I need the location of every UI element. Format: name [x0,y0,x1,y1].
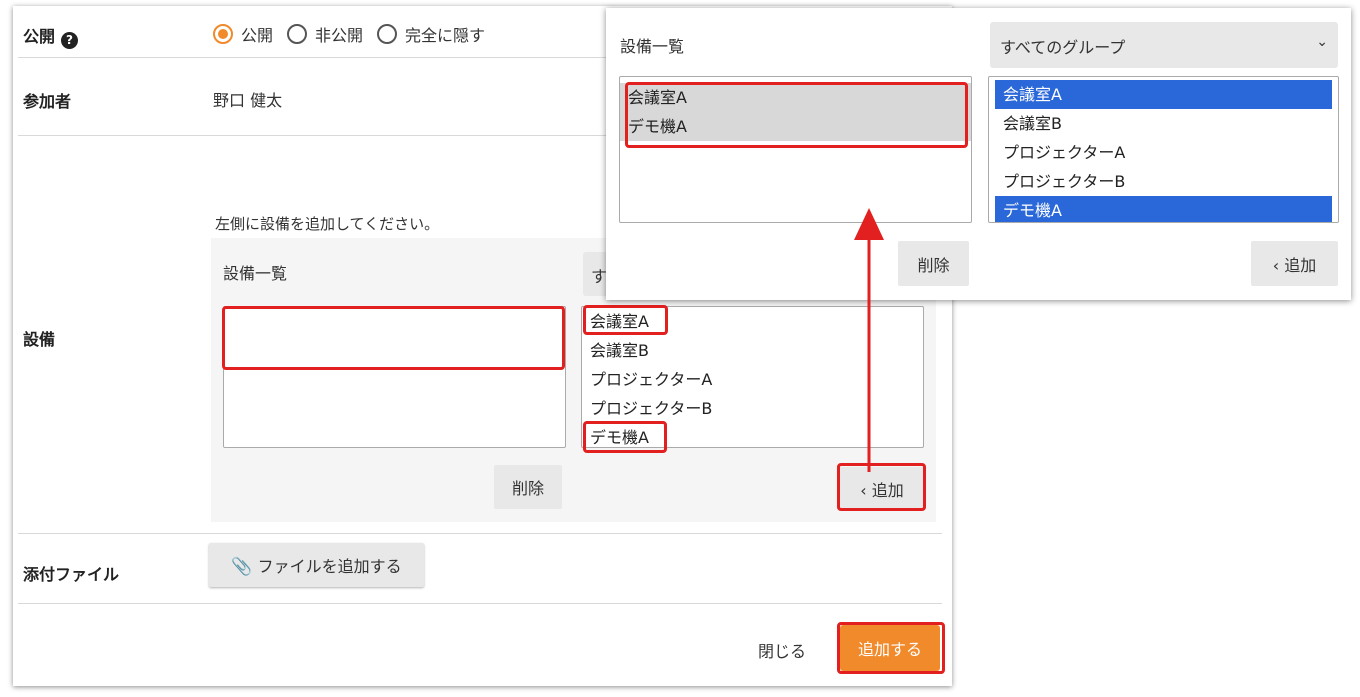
facility-list-label: 設備一覧 [223,264,288,283]
highlight-add-button [837,463,926,511]
facility-label: 設備 [23,330,56,349]
participants-value: 野口 健太 [213,91,283,110]
highlight-room-a [583,305,668,335]
available-item-projector-b[interactable]: プロジェクターB [582,394,923,423]
facility-hint: 左側に設備を追加してください。 [215,215,440,233]
attachment-row: 添付ファイル [18,534,942,604]
visibility-label: 公開? [23,23,79,49]
close-link[interactable]: 閉じる [758,638,806,662]
visibility-radio-group: 公開 非公開 完全に隠す [213,22,499,46]
available-item-projector-a[interactable]: プロジェクターA [582,365,923,394]
popup-remove-button[interactable]: 削除 [898,241,969,286]
radio-hidden[interactable] [377,24,398,44]
chevron-down-icon: ⌄ [1316,34,1328,50]
popup-chevron-left-icon: ‹ [1272,255,1280,275]
highlight-selected-list [222,306,565,370]
remove-button[interactable]: 削除 [494,465,562,509]
popup-group-select[interactable]: すべてのグループ ⌄ [990,22,1338,68]
paperclip-icon: 📎 [231,557,253,577]
highlight-submit-button [837,622,945,674]
highlight-popup-selected [625,82,968,148]
popup-available-list[interactable]: 会議室A 会議室B プロジェクターA プロジェクターB デモ機A [988,76,1339,223]
help-icon[interactable]: ? [61,32,79,49]
radio-hidden-label[interactable]: 完全に隠す [405,22,485,46]
popup-available-room-b[interactable]: 会議室B [995,109,1332,138]
popup-available-projector-a[interactable]: プロジェクターA [995,138,1332,167]
popup-add-button[interactable]: ‹ 追加 [1251,241,1338,286]
result-popup: 設備一覧 すべてのグループ ⌄ 会議室A デモ機A 会議室A 会議室B プロジェ… [606,8,1351,300]
radio-private[interactable] [287,24,308,44]
radio-public-label[interactable]: 公開 [241,22,273,46]
popup-list-label: 設備一覧 [620,37,685,56]
radio-private-label[interactable]: 非公開 [315,22,363,46]
popup-available-projector-b[interactable]: プロジェクターB [995,167,1332,196]
popup-available-room-a[interactable]: 会議室A [995,80,1332,109]
attachment-label: 添付ファイル [23,565,120,584]
available-item-room-b[interactable]: 会議室B [582,336,923,365]
radio-public[interactable] [213,24,233,44]
popup-available-demo-a[interactable]: デモ機A [995,196,1332,222]
participants-label: 参加者 [23,92,72,111]
highlight-demo-a [583,421,667,453]
add-file-button[interactable]: 📎 ファイルを追加する [209,543,424,587]
